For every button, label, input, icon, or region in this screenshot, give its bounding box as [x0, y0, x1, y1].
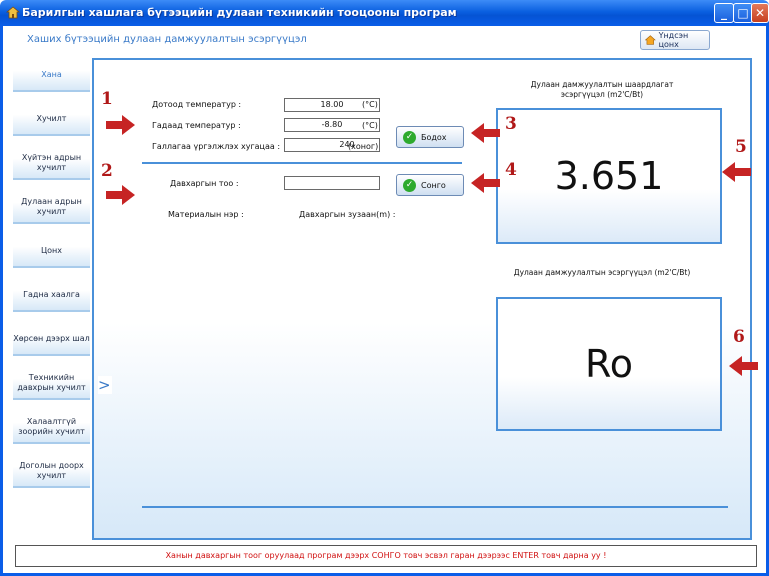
marker-4: 4: [505, 160, 517, 180]
home-button[interactable]: Үндсэн цонх: [640, 30, 710, 50]
home-icon: [645, 35, 656, 45]
sidebar-item-under-arch[interactable]: Доголын доорх хучилт: [13, 456, 90, 488]
sidebar-item-warm-attic[interactable]: Дулаан адрын хучилт: [13, 192, 90, 224]
house-icon: [6, 6, 20, 19]
right-arrow-icon: [106, 115, 135, 135]
actual-resistance-title: Дулаан дамжуулалтын эсэргүүцэл (m2'C/Bt): [513, 268, 691, 277]
required-resistance-title: Дулаан дамжуулалтын шаардлагат эсэргүүцэ…: [530, 80, 674, 99]
sidebar-item-wall[interactable]: Хана: [13, 60, 90, 92]
marker-3: 3: [505, 114, 517, 134]
maximize-button[interactable]: □: [733, 3, 753, 23]
left-arrow-icon: [471, 173, 500, 193]
required-resistance-value: 3.651: [554, 154, 664, 198]
sidebar-item-ground-floor[interactable]: Хөрсөн дээрх шал: [13, 324, 90, 356]
heating-period-unit: (хоног): [348, 142, 379, 151]
material-name-label: Материалын нэр :: [168, 210, 244, 219]
sidebar-item-cold-attic[interactable]: Хүйтэн адрын хучилт: [13, 148, 90, 180]
section-divider: [142, 162, 462, 164]
marker-1: 1: [101, 89, 113, 109]
bottom-divider: [142, 506, 728, 508]
expand-toggle[interactable]: >: [98, 376, 112, 394]
right-arrow-icon: [106, 185, 135, 205]
minimize-button[interactable]: _: [714, 3, 734, 23]
choose-button-label: Сонго: [421, 180, 446, 190]
close-button[interactable]: ✕: [751, 3, 769, 23]
choose-button[interactable]: ✓ Сонго: [396, 174, 464, 196]
window-titlebar: Барилгын хашлага бүтээцийн дулаан техник…: [0, 0, 769, 26]
outer-temp-unit: (°C): [362, 121, 378, 130]
left-arrow-icon: [471, 123, 500, 143]
calculate-button[interactable]: ✓ Бодох: [396, 126, 464, 148]
window-title: Барилгын хашлага бүтээцийн дулаан техник…: [22, 6, 457, 19]
checkmark-icon: ✓: [403, 130, 416, 144]
inner-temp-label: Дотоод температур :: [152, 100, 242, 109]
inner-temp-unit: (°C): [362, 100, 378, 109]
sidebar-item-technical-floor[interactable]: Техникийн давхрын хучилт: [13, 368, 90, 400]
calculate-button-label: Бодох: [421, 132, 447, 142]
marker-2: 2: [101, 161, 113, 181]
marker-6: 6: [733, 327, 745, 347]
outer-temp-label: Гадаад температур :: [152, 121, 241, 130]
status-message: Ханын давхаргын тоог оруулаад програм дэ…: [15, 545, 757, 567]
sidebar-item-roof[interactable]: Хучилт: [13, 104, 90, 136]
main-panel: Дотоод температур : 18.00 (°C) Гадаад те…: [92, 58, 752, 540]
sidebar-item-outer-door[interactable]: Гадна хаалга: [13, 280, 90, 312]
sidebar-item-unheated-basement[interactable]: Халаалтгүй зоорийн хучилт: [13, 412, 90, 444]
required-resistance-box: 3.651: [496, 108, 722, 244]
sidebar-item-window[interactable]: Цонх: [13, 236, 90, 268]
page-title: Хаших бүтээцийн дулаан дамжуулалтын эсэр…: [27, 34, 307, 45]
home-button-label: Үндсэн цонх: [658, 31, 689, 49]
layer-thickness-label: Давхаргын зузаан(m) :: [299, 210, 396, 219]
marker-5: 5: [735, 137, 747, 157]
layer-count-input[interactable]: [284, 176, 380, 190]
checkmark-icon: ✓: [403, 178, 416, 192]
actual-resistance-box: Ro: [496, 297, 722, 431]
left-arrow-icon: [722, 162, 751, 182]
left-arrow-icon: [729, 356, 758, 376]
layer-count-label: Давхаргын тоо :: [170, 179, 239, 188]
heating-period-label: Галлагаа үргэлжлэх хугацаа :: [152, 142, 281, 151]
actual-resistance-value: Ro: [585, 342, 633, 386]
